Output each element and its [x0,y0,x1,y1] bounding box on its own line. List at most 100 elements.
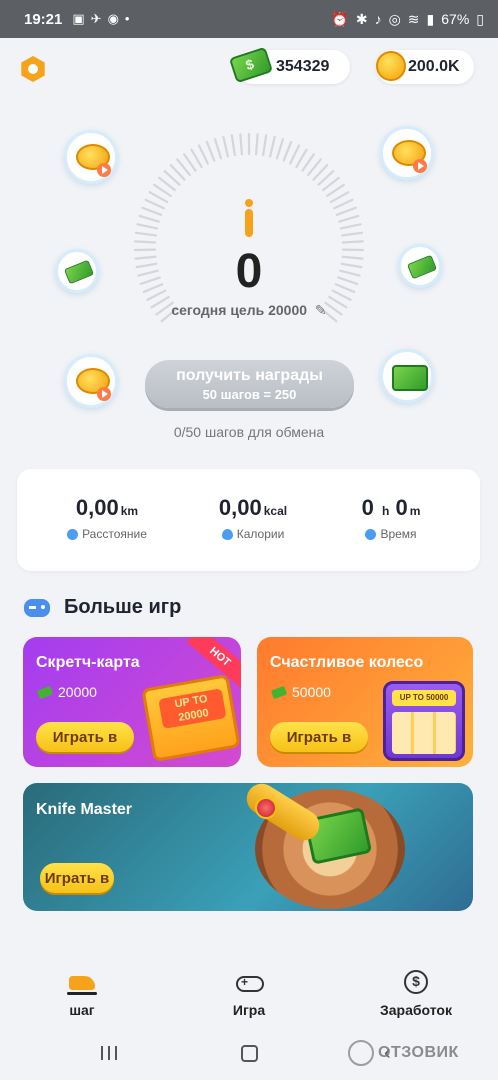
flame-icon [221,528,233,540]
pencil-icon[interactable]: ✎ [315,302,327,319]
calories-value: 0,00 [218,495,262,520]
dial-tick [301,153,315,172]
claim-rewards-button[interactable]: получить награды 50 шагов = 250 [145,360,354,408]
location-pin-icon [67,528,79,540]
nav-label: шаг [69,1002,95,1018]
battery-icon: ▯ [476,10,484,27]
game-prize: 20000 [36,684,97,700]
walker-icon [241,199,257,239]
mute-icon: ♪ [374,11,382,27]
gamepad-icon [24,598,50,617]
dial-tick [255,133,259,156]
game-prize-value: 20000 [58,684,97,700]
daily-goal[interactable]: сегодня цель 20000 ✎ [0,302,498,319]
cash-icon [228,46,274,84]
game-title: Knife Master [36,801,133,818]
hotspot-icon: ◎ [388,10,401,27]
dial-tick [282,140,293,162]
coin-video-bubble[interactable] [380,126,434,180]
watermark-text: ОТЗОВИК [378,1044,459,1061]
nav-item-steps[interactable]: шаг [62,970,102,1018]
dial-tick [138,214,160,223]
runner-icon: ✈ [90,11,102,26]
calories-label: Калории [236,527,285,541]
coin-video-bubble[interactable] [64,354,118,408]
coin-icon [376,51,406,81]
dial-tick [136,223,159,230]
claim-rewards-sub-text: 50 шагов = 250 [202,387,297,402]
dial-tick [213,138,223,160]
dial-tick [329,191,350,204]
dial-tick [148,191,169,204]
cash-icon [36,685,54,699]
gamepad-icon [236,975,264,992]
home-icon[interactable] [241,1045,258,1062]
distance-label: Расстояние [82,527,147,541]
bluetooth-icon: ✱ [355,10,368,27]
daily-goal-text: сегодня цель 20000 [171,302,308,318]
cash-bubble[interactable] [55,249,99,293]
claim-rewards-sub: 50 шагов = 250 [145,387,354,402]
cash-balance-pill[interactable]: 354329 [228,46,350,84]
dial-tick [275,138,285,160]
time-minutes: 0 [395,495,408,520]
game-prize: 50000 [270,684,331,700]
calories-unit: kcal [263,504,288,518]
gallery-icon: ▣ [72,11,85,26]
time-hours-unit: h [381,504,390,518]
time-stat: 0 h 0m Время [321,495,461,541]
signal-icon: ▮ [426,10,435,27]
cash-bubble[interactable] [398,244,442,288]
lucky-wheel-game[interactable]: UP TO 50000 Счастливое колесо 50000 Игра… [257,637,473,767]
exchange-progress: 0/50 шагов для обмена [173,424,325,440]
play-button[interactable]: Играть в [40,863,114,893]
slot-machine-art: UP TO 50000 [383,681,465,761]
scratch-art-text: UP TO 20000 [158,688,227,729]
dial-tick [153,183,172,197]
cash-icon [406,254,438,280]
game-title: Скретч-карта [36,654,140,671]
knife-master-game[interactable]: Knife Master Играть в [23,783,473,911]
status-system-icons: ⏰ ✱ ♪ ◎ ≋ ▮ 67% ▯ [331,11,484,28]
dial-tick [141,206,163,216]
dial-tick [295,148,308,168]
dial-tick [339,223,362,230]
activity-stats-card: 0,00 km Расстояние 0,00 kcal Калории 0 h 0… [17,469,480,571]
time-hours: 0 [361,495,374,520]
dial-tick [326,183,345,197]
settings-hexagon-icon[interactable] [21,56,45,82]
coin-balance-pill[interactable]: 200.0K [376,50,474,84]
dial-tick [333,198,354,210]
sneaker-icon [67,976,97,995]
cash-icon [63,259,95,285]
dial-tick [239,133,243,156]
battery-text: 67% [441,11,470,27]
game-prize-value: 50000 [292,684,331,700]
play-icon [413,159,427,173]
coin-balance: 200.0K [408,58,460,75]
scratch-card-game[interactable]: HOT UP TO 20000 Скретч-карта 20000 Играт… [23,637,241,767]
more-games-title: Больше игр [64,596,182,618]
cash-pile-bubble[interactable] [380,349,434,403]
distance-stat: 0,00 km Расстояние [37,495,177,541]
calories-stat: 0,00 kcal Калории [183,495,323,541]
gem-icon [255,797,277,819]
status-bar: 19:21 ▣ ✈ ◉ • ⏰ ✱ ♪ ◎ ≋ ▮ 67% ▯ [0,0,498,38]
app-icon: ◉ [107,11,119,26]
coin-video-bubble[interactable] [64,130,118,184]
recent-apps-icon[interactable] [101,1046,119,1060]
nav-item-earnings[interactable]: $ Заработок [372,970,460,1018]
distance-unit: km [120,504,139,518]
play-button[interactable]: Играть в [36,722,134,752]
alarm-icon: ⏰ [331,10,349,27]
top-bar: 354329 200.0K [0,46,498,88]
dial-tick [335,206,357,216]
dial-tick [289,144,301,165]
time-label: Время [380,527,417,541]
dial-tick [183,153,197,172]
claim-rewards-label: получить награды [176,367,323,384]
dial-tick [134,231,157,237]
nav-item-games[interactable]: Игра [225,970,273,1018]
status-time: 19:21 [24,10,63,28]
play-button[interactable]: Играть в [270,722,368,752]
